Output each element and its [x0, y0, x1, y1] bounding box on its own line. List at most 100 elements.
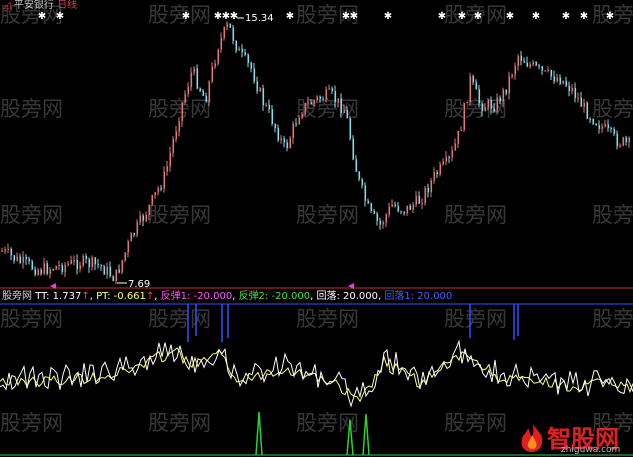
tt-value: TT: 1.737: [35, 291, 82, 302]
candle-body: [190, 72, 193, 87]
stock-name[interactable]: 平安银行: [14, 0, 54, 11]
candle-body: [472, 76, 475, 83]
candle-body: [58, 264, 61, 267]
candle-body: [586, 102, 589, 119]
candle-body: [448, 157, 451, 159]
candle-body: [166, 166, 169, 172]
candle-body: [466, 101, 469, 104]
candle-body: [478, 89, 481, 104]
candle-body: [112, 276, 115, 282]
candle-body: [16, 256, 19, 261]
candle-body: [433, 172, 436, 181]
candle-body: [151, 195, 154, 205]
candle-body: [562, 80, 565, 84]
star-marker-icon: ✱: [230, 11, 238, 22]
candle-body: [226, 23, 229, 28]
candle-body: [178, 121, 181, 132]
watermark-text: 股旁网: [444, 203, 507, 227]
candlestick-series: [1, 21, 631, 285]
star-marker-icon: ✱: [350, 11, 358, 22]
candle-body: [238, 48, 241, 51]
candle-body: [526, 62, 529, 67]
star-marker-icon: ✱: [458, 11, 466, 22]
candle-body: [40, 269, 43, 274]
logo-domain: zhiguwa.com: [561, 445, 621, 455]
period-label[interactable]: 日线: [57, 0, 77, 11]
candle-body: [304, 103, 307, 115]
watermark-text: 股旁网: [0, 203, 63, 227]
watermark-text: 股旁网: [592, 203, 633, 227]
candle-body: [412, 204, 415, 210]
candle-body: [538, 65, 541, 67]
candle-body: [241, 48, 244, 53]
candle-body: [283, 138, 286, 143]
indicator-name[interactable]: 股旁网: [2, 291, 32, 302]
candle-body: [31, 261, 34, 270]
candle-body: [403, 211, 406, 214]
candle-body: [1, 251, 4, 253]
candle-body: [124, 252, 127, 261]
candle-body: [592, 119, 595, 124]
candle-body: [517, 55, 520, 66]
candle-body: [79, 265, 82, 270]
candle-body: [622, 137, 625, 146]
candle-body: [589, 118, 592, 120]
candle-body: [34, 269, 37, 275]
tt-up-arrow-icon: ↑: [81, 291, 90, 302]
candle-body: [604, 124, 607, 127]
candle-body: [193, 68, 196, 73]
candle-body: [424, 187, 427, 204]
candle-body: [289, 138, 292, 149]
candle-body: [460, 130, 463, 132]
candle-body: [610, 127, 613, 130]
candle-body: [388, 206, 391, 215]
candle-body: [181, 102, 184, 122]
candle-body: [163, 171, 166, 189]
candle-body: [577, 97, 580, 99]
candle-body: [202, 90, 205, 96]
candle-body: [220, 37, 223, 50]
star-marker-icon: ✱: [182, 11, 190, 22]
candle-body: [97, 264, 100, 266]
candle-body: [580, 97, 583, 107]
candle-body: [292, 123, 295, 139]
candle-body: [379, 220, 382, 225]
star-marker-icon: ✱: [606, 11, 614, 22]
huiluo-value: 回落: 20.000: [316, 291, 378, 302]
star-marker-icon: ✱: [532, 11, 540, 22]
candle-body: [175, 131, 178, 140]
candle-body: [340, 98, 343, 113]
candle-body: [157, 188, 160, 193]
candle-body: [553, 76, 556, 82]
watermark-text: 股旁网: [0, 97, 63, 121]
candle-body: [394, 204, 397, 207]
fantan1-value: 反弹1: -20.000: [160, 291, 233, 302]
high-price-label: 15.34: [245, 13, 274, 24]
triangle-menu-icon[interactable]: ◿: [3, 0, 11, 11]
candle-body: [118, 269, 121, 273]
watermark-text: 股旁网: [148, 307, 211, 331]
candle-body: [496, 97, 499, 112]
star-marker-icon: ✱: [38, 11, 46, 22]
candle-body: [406, 205, 409, 214]
candle-body: [184, 94, 187, 103]
candle-body: [229, 23, 232, 28]
candle-body: [277, 128, 280, 141]
candle-body: [520, 55, 523, 62]
watermark-text: 股旁网: [444, 411, 507, 435]
candle-body: [217, 49, 220, 64]
star-marker-icon: ✱: [474, 11, 482, 22]
candle-body: [121, 260, 124, 273]
candle-body: [4, 249, 7, 252]
candle-body: [256, 81, 259, 92]
candle-body: [208, 81, 211, 103]
candle-body: [601, 126, 604, 129]
candle-body: [382, 222, 385, 225]
candle-body: [523, 61, 526, 63]
stock-chart-canvas[interactable]: 股旁网股旁网股旁网股旁网股旁网股旁网股旁网股旁网股旁网股旁网股旁网股旁网股旁网股…: [0, 0, 633, 457]
star-marker-icon: ✱: [438, 11, 446, 22]
candle-body: [115, 269, 118, 282]
candle-body: [70, 260, 73, 264]
candle-body: [46, 263, 49, 274]
candle-body: [106, 266, 109, 275]
